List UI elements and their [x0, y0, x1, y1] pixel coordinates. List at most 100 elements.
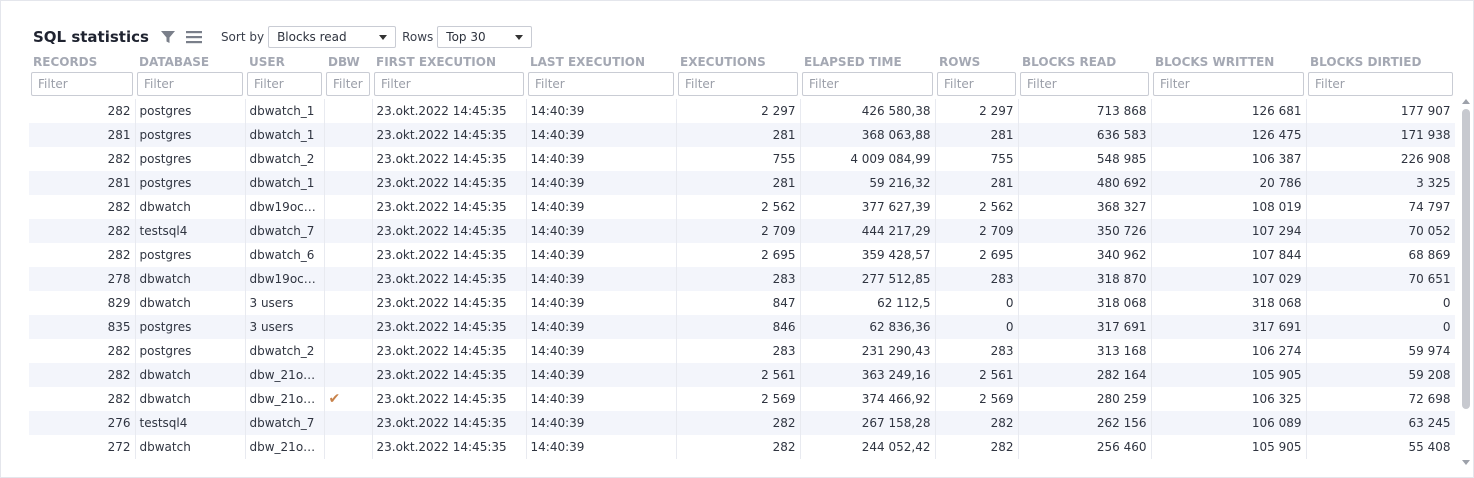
table-row[interactable]: 829 dbwatch 3 users 23.okt.2022 14:45:35 14:… [29, 291, 1455, 315]
vertical-scrollbar[interactable] [1459, 95, 1473, 469]
column-header[interactable]: BLOCKS WRITTEN [1151, 53, 1306, 71]
filter-input[interactable] [31, 72, 133, 96]
table-cell: 283 [676, 339, 801, 363]
table-row[interactable]: 272 dbwatch dbw_21oc... 23.okt.2022 14:45:3… [29, 435, 1455, 459]
table-cell: 444 217,29 [800, 219, 936, 243]
chevron-down-icon [379, 34, 388, 40]
column-header[interactable]: BLOCKS DIRTIED [1306, 53, 1455, 71]
table-cell [324, 267, 373, 291]
table-row[interactable]: 282 testsql4 dbwatch_7 23.okt.2022 14:45:35… [29, 219, 1455, 243]
filter-input[interactable] [1308, 72, 1453, 96]
table-row[interactable]: 835 postgres 3 users 23.okt.2022 14:45:35 14… [29, 315, 1455, 339]
table-cell: 2 569 [935, 387, 1019, 411]
table-row[interactable]: 276 testsql4 dbwatch_7 23.okt.2022 14:45:35… [29, 411, 1455, 435]
filter-input[interactable] [802, 72, 933, 96]
table-cell: 72 698 [1306, 387, 1455, 411]
table-cell [324, 195, 373, 219]
table-cell: 74 797 [1306, 195, 1455, 219]
filter-cell [245, 71, 324, 99]
table-cell: 282 [29, 195, 136, 219]
scroll-up-icon[interactable] [1462, 99, 1470, 104]
column-header[interactable]: RECORDS [29, 53, 135, 71]
table-cell [324, 219, 373, 243]
table-cell: 368 063,88 [800, 123, 936, 147]
checkmark-icon: ✔ [328, 391, 341, 407]
table-cell: dbwatch [135, 291, 246, 315]
table-cell: 2 695 [676, 243, 801, 267]
table-cell: 0 [1306, 315, 1455, 339]
table-cell: dbwatch [135, 267, 246, 291]
filter-input[interactable] [1153, 72, 1304, 96]
column-header[interactable]: EXECUTIONS [676, 53, 800, 71]
filter-cell [1018, 71, 1151, 99]
rows-value: Top 30 [446, 30, 486, 44]
table-cell: 282 [676, 435, 801, 459]
table-cell: dbwatch_1 [245, 171, 325, 195]
table-row[interactable]: 278 dbwatch dbw19oct... 23.okt.2022 14:45:3… [29, 267, 1455, 291]
scroll-down-icon[interactable] [1462, 460, 1470, 465]
scrollbar-thumb[interactable] [1462, 109, 1470, 409]
table-cell [324, 435, 373, 459]
column-header[interactable]: LAST EXECUTION [526, 53, 676, 71]
column-header[interactable]: FIRST EXECUTION [372, 53, 526, 71]
column-header[interactable]: USER [245, 53, 324, 71]
filter-input[interactable] [247, 72, 322, 96]
table-row[interactable]: 281 postgres dbwatch_1 23.okt.2022 14:45:35… [29, 123, 1455, 147]
table-cell [324, 291, 373, 315]
table-row[interactable]: 282 postgres dbwatch_6 23.okt.2022 14:45:35… [29, 243, 1455, 267]
table-cell: 282 164 [1018, 363, 1152, 387]
column-header[interactable]: BLOCKS READ [1018, 53, 1151, 71]
table-cell: 244 052,42 [800, 435, 936, 459]
table-row[interactable]: 282 dbwatch dbw_21oc... ✔ 23.okt.2022 14:45:… [29, 387, 1455, 411]
table-cell: 3 users [245, 315, 325, 339]
table-cell: 59 974 [1306, 339, 1455, 363]
table-cell: 62 112,5 [800, 291, 936, 315]
filter-input[interactable] [528, 72, 674, 96]
filter-input[interactable] [1020, 72, 1149, 96]
table-cell: 2 562 [935, 195, 1019, 219]
table-cell: 2 569 [676, 387, 801, 411]
table-cell: 231 290,43 [800, 339, 936, 363]
table-cell: 14:40:39 [526, 291, 677, 315]
column-header[interactable]: DBW [324, 53, 372, 71]
table-cell: 126 475 [1151, 123, 1307, 147]
table-cell: postgres [135, 315, 246, 339]
table-row[interactable]: 282 postgres dbwatch_1 23.okt.2022 14:45:35… [29, 99, 1455, 123]
filter-cell [800, 71, 935, 99]
column-header[interactable]: DATABASE [135, 53, 245, 71]
table-cell: 281 [935, 123, 1019, 147]
table-row[interactable]: 282 postgres dbwatch_2 23.okt.2022 14:45:35… [29, 339, 1455, 363]
filter-input[interactable] [374, 72, 524, 96]
table-row[interactable]: 281 postgres dbwatch_1 23.okt.2022 14:45:35… [29, 171, 1455, 195]
rows-select[interactable]: Top 30 [437, 26, 533, 48]
filter-input[interactable] [937, 72, 1016, 96]
table-cell: 14:40:39 [526, 411, 677, 435]
filter-input[interactable] [326, 72, 370, 96]
menu-icon[interactable] [183, 26, 205, 48]
table-cell: postgres [135, 99, 246, 123]
table-cell: 317 691 [1151, 315, 1307, 339]
filter-input[interactable] [137, 72, 243, 96]
table-cell: 277 512,85 [800, 267, 936, 291]
column-header[interactable]: ROWS [935, 53, 1018, 71]
table-cell: 105 905 [1151, 363, 1307, 387]
table-row[interactable]: 282 postgres dbwatch_2 23.okt.2022 14:45:35… [29, 147, 1455, 171]
table-cell: 106 325 [1151, 387, 1307, 411]
table-cell: 318 870 [1018, 267, 1152, 291]
table-cell: 14:40:39 [526, 99, 677, 123]
table-cell: 23.okt.2022 14:45:35 [372, 243, 527, 267]
table-row[interactable]: 282 dbwatch dbw_21oc... 23.okt.2022 14:45:3… [29, 363, 1455, 387]
column-header[interactable]: ELAPSED TIME [800, 53, 935, 71]
table-cell [324, 363, 373, 387]
table-row[interactable]: 282 dbwatch dbw19oct... 23.okt.2022 14:45:3… [29, 195, 1455, 219]
table-cell: ✔ [324, 387, 373, 411]
table-cell: dbw_21oc... [245, 363, 325, 387]
filter-input[interactable] [678, 72, 798, 96]
filter-icon[interactable] [157, 26, 179, 48]
table-cell: 2 297 [935, 99, 1019, 123]
table-cell: 23.okt.2022 14:45:35 [372, 99, 527, 123]
table-cell: 281 [29, 123, 136, 147]
sort-by-select[interactable]: Blocks read [268, 26, 397, 48]
table-cell: 377 627,39 [800, 195, 936, 219]
table-cell: dbwatch [135, 363, 246, 387]
